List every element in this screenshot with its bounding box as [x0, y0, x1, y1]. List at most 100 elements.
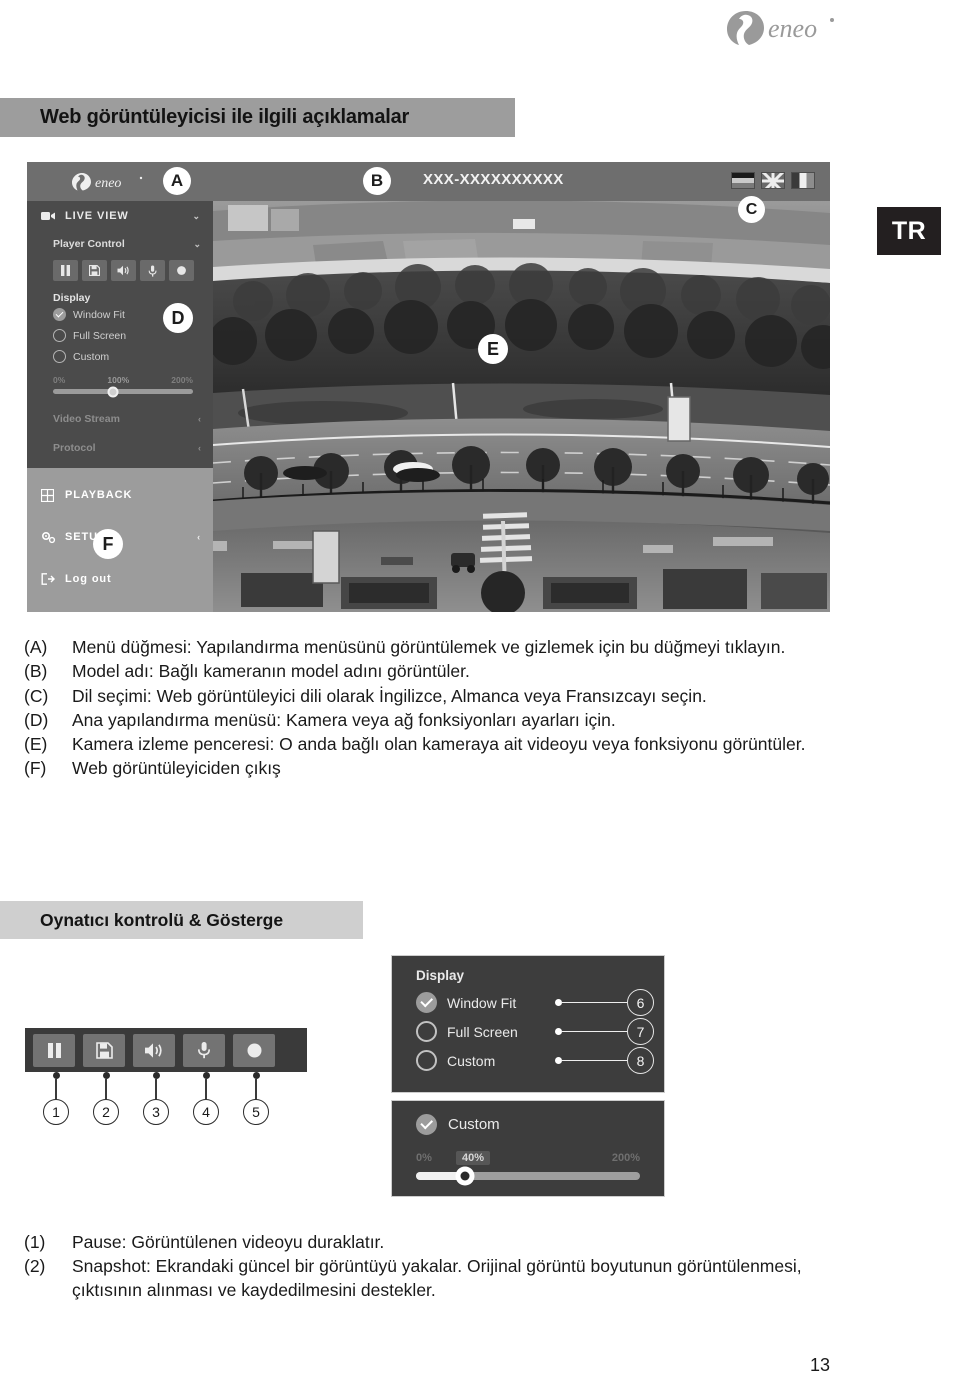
list-item-text: Kamera izleme penceresi: O anda bağlı ol… [72, 734, 806, 755]
callout-line [105, 1079, 107, 1099]
sidebar-option-label: Custom [73, 350, 110, 363]
player-control-toolbar [25, 1028, 307, 1072]
section-title-banner: Web görüntüleyicisi ile ilgili açıklamal… [0, 98, 515, 137]
callout-line [155, 1079, 157, 1099]
list-item-text: Web görüntüleyiciden çıkış [72, 758, 281, 779]
display-option-custom[interactable]: Custom 8 [392, 1046, 664, 1075]
check-icon[interactable] [416, 992, 437, 1013]
snapshot-button[interactable] [82, 260, 107, 281]
slider-track[interactable] [53, 386, 193, 397]
callout-d: D [163, 303, 193, 333]
camera-icon [41, 211, 57, 221]
list-item-text: Ana yapılandırma menüsü: Kamera veya ağ … [72, 709, 616, 730]
chevron-down-icon[interactable]: ⌄ [193, 239, 201, 250]
pause-button[interactable] [53, 260, 78, 281]
callout-dot [555, 1057, 562, 1064]
slider-knob[interactable] [455, 1166, 475, 1186]
check-icon[interactable] [53, 308, 66, 321]
list-item-key: (C) [24, 685, 49, 706]
callout-dot [252, 1072, 260, 1079]
app-topbar: eneo XXX-XXXXXXXXXX [27, 162, 830, 201]
radio-icon[interactable] [53, 350, 66, 363]
display-option-label: Window Fit [447, 994, 517, 1011]
custom-option-label: Custom [448, 1116, 500, 1133]
flag-uk-icon[interactable] [761, 172, 785, 189]
custom-zoom-slider[interactable]: 0% 40% 200% [392, 1135, 664, 1186]
snapshot-button[interactable] [83, 1033, 125, 1067]
language-flags[interactable] [731, 172, 815, 189]
flag-de-icon[interactable] [731, 172, 755, 189]
audio-button[interactable] [133, 1033, 175, 1067]
callout-4: 4 [186, 1072, 226, 1125]
grid-icon [41, 488, 57, 502]
display-option-full-screen[interactable]: Full Screen 7 [392, 1017, 664, 1046]
sidebar-item-live-view[interactable]: LIVE VIEW ⌄ [27, 201, 213, 231]
sidebar-live-view-label: LIVE VIEW [65, 210, 129, 222]
chevron-down-icon[interactable]: ⌄ [193, 211, 201, 222]
display-option-label: Full Screen [447, 1023, 518, 1040]
sidebar-link-label: Protocol [53, 441, 96, 454]
description-list: (A) Menü düğmesi: Yapılandırma menüsünü … [24, 636, 824, 782]
list-item-text: Dil seçimi: Web görüntüleyici dili olara… [72, 685, 707, 706]
callout-e: E [478, 334, 508, 364]
callout-3: 3 [136, 1072, 176, 1125]
eneo-logo: eneo [726, 8, 838, 48]
pause-button[interactable] [33, 1033, 75, 1067]
list-item: (2) Snapshot: Ekrandaki güncel bir görün… [24, 1255, 824, 1302]
chevron-left-icon[interactable]: ‹ [198, 443, 201, 453]
callout-line [562, 1001, 627, 1004]
slider-min-label: 0% [416, 1152, 432, 1164]
callout-line [562, 1059, 627, 1062]
sidebar-item-logout[interactable]: Log out [27, 564, 213, 594]
callout-dot [52, 1072, 60, 1079]
callout-number: 5 [243, 1099, 269, 1125]
slider-track[interactable] [416, 1166, 640, 1186]
callout-number: 2 [93, 1099, 119, 1125]
audio-button[interactable] [111, 260, 136, 281]
check-icon[interactable] [416, 1114, 437, 1135]
svg-text:eneo: eneo [768, 14, 817, 43]
custom-option-row[interactable]: Custom [392, 1101, 664, 1135]
record-button[interactable] [169, 260, 194, 281]
model-name-label: XXX-XXXXXXXXXX [423, 171, 564, 188]
sidebar-option-custom[interactable]: Custom [27, 346, 213, 367]
list-item-key: (E) [24, 734, 48, 755]
slider-knob[interactable] [107, 386, 119, 397]
sidebar-item-protocol[interactable]: Protocol ‹ [27, 433, 213, 462]
record-button[interactable] [233, 1033, 275, 1067]
sidebar-zoom-slider[interactable]: 0% 100% 200% [27, 367, 213, 397]
list-item-text: Model adı: Bağlı kameranın model adını g… [72, 661, 470, 682]
callout-line [205, 1079, 207, 1099]
section-title-text: Web görüntüleyicisi ile ilgili açıklamal… [40, 106, 410, 128]
radio-icon[interactable] [416, 1050, 437, 1071]
callout-line [562, 1030, 627, 1033]
language-tab-label: TR [891, 216, 927, 245]
chevron-left-icon[interactable]: ‹ [197, 532, 201, 542]
sidebar-item-playback[interactable]: PLAYBACK [27, 480, 213, 510]
display-figure: Display Window Fit 6 Full Screen 7 Custo… [391, 955, 665, 1093]
mic-button[interactable] [140, 260, 165, 281]
camera-view-area [213, 201, 830, 612]
flag-fr-icon[interactable] [791, 172, 815, 189]
callout-dot [152, 1072, 160, 1079]
list-item-key: (A) [24, 637, 48, 657]
player-control-figure: 1 2 3 4 5 [25, 1028, 307, 1125]
list-item-key: (1) [24, 1232, 46, 1252]
radio-icon[interactable] [416, 1021, 437, 1042]
list-item: (D) Ana yapılandırma menüsü: Kamera veya… [24, 709, 824, 732]
player-control-callouts: 1 2 3 4 5 [25, 1072, 307, 1125]
sidebar-item-video-stream[interactable]: Video Stream ‹ [27, 404, 213, 433]
list-item-key: (D) [24, 709, 49, 730]
radio-icon[interactable] [53, 329, 66, 342]
mic-button[interactable] [183, 1033, 225, 1067]
callout-2: 2 [86, 1072, 126, 1125]
display-option-window-fit[interactable]: Window Fit 6 [392, 988, 664, 1017]
list-item: (E) Kamera izleme penceresi: O anda bağl… [24, 733, 824, 756]
chevron-left-icon[interactable]: ‹ [198, 414, 201, 424]
callout-c: C [738, 196, 765, 223]
display-section-label: Display [53, 292, 91, 304]
slider-value-label: 100% [107, 375, 130, 385]
player-control-header[interactable]: Player Control ⌄ [27, 231, 213, 257]
slider-max-label: 200% [611, 1152, 640, 1164]
callout-line [55, 1079, 57, 1099]
